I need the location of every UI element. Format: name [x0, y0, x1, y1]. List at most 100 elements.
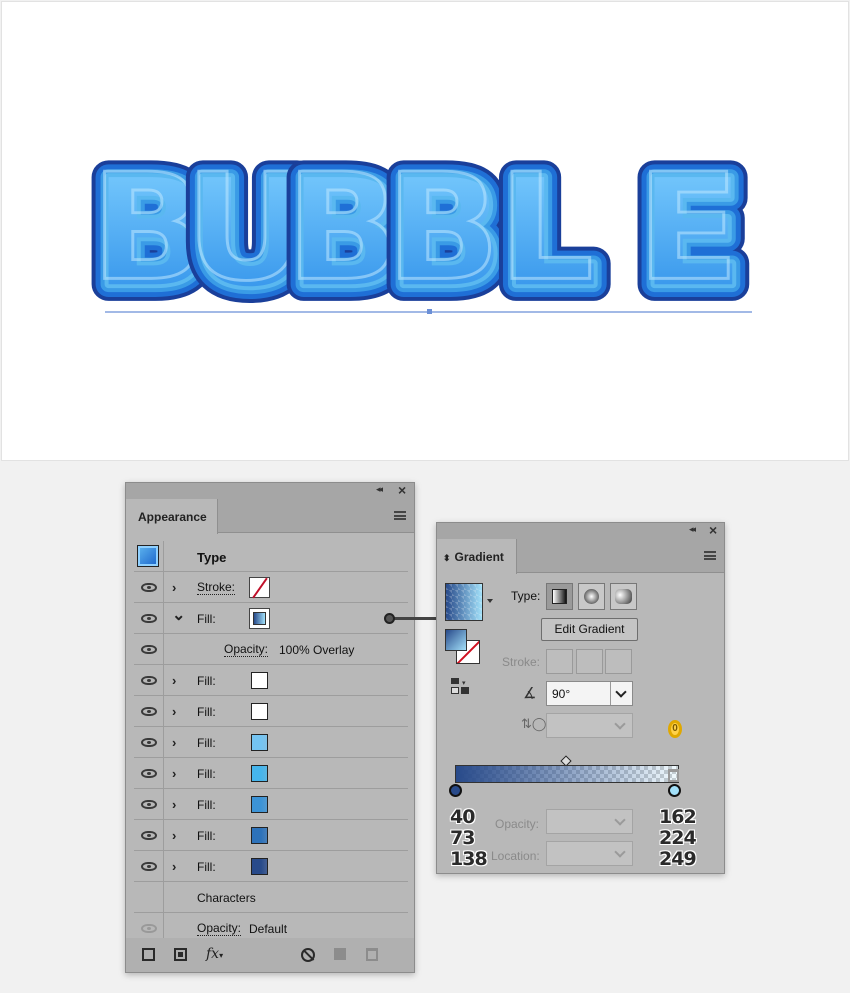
gradient-stop-end[interactable] [668, 784, 681, 797]
tab-row: ⬍ Gradient [437, 539, 724, 574]
angle-combo[interactable]: 90° [546, 681, 633, 706]
fill-color-swatch[interactable] [251, 827, 268, 844]
add-stroke-icon[interactable] [142, 948, 155, 961]
chevron-down-icon [610, 714, 632, 737]
opacity-label[interactable]: Opacity: [224, 643, 269, 657]
tab-appearance[interactable]: Appearance [126, 499, 218, 534]
chevron-down-icon [610, 810, 632, 833]
visibility-column [134, 603, 164, 633]
appearance-row-stroke[interactable]: › Stroke: [134, 572, 408, 603]
freeform-gradient-button[interactable] [610, 583, 637, 610]
panel-topbar: ◂◂ × [126, 482, 414, 499]
eye-icon[interactable] [141, 800, 157, 809]
eye-icon[interactable] [141, 676, 157, 685]
letter-highlight: L [498, 143, 594, 314]
gradient-slider-fill [456, 766, 678, 782]
none-slash-icon [252, 577, 268, 599]
appearance-row-fill[interactable]: ⌄ Fill: [134, 603, 408, 634]
appearance-row-header[interactable]: Type [134, 541, 408, 572]
delete-stop-icon [668, 769, 679, 782]
appearance-row-opacity[interactable]: Opacity: 100% Overlay [134, 634, 408, 665]
panel-menu-icon[interactable] [394, 511, 406, 520]
visibility-column [134, 665, 164, 695]
add-fill-icon[interactable] [174, 948, 187, 961]
fill-color-swatch[interactable] [251, 672, 268, 689]
stroke-within-button [546, 649, 573, 674]
eye-icon[interactable] [141, 738, 157, 747]
swap-fill-stroke-icon[interactable]: ▾ [451, 678, 469, 696]
start-color-r: 40 [450, 806, 475, 828]
fill-label: Fill: [197, 767, 216, 781]
chevron-right-icon[interactable]: › [172, 797, 176, 812]
eye-icon[interactable] [141, 707, 157, 716]
fill-label: Fill: [197, 612, 216, 626]
chevron-right-icon[interactable]: › [172, 735, 176, 750]
eye-icon[interactable] [141, 924, 157, 933]
chevron-right-icon[interactable]: › [172, 859, 176, 874]
opacity-combo [546, 809, 633, 834]
reverse-gradient-icon[interactable]: 0 [668, 720, 682, 738]
appearance-panel: ◂◂ × Appearance Type › Stroke: ⌄ Fill: Opacit… [125, 482, 415, 973]
fill-label: Fill: [197, 705, 216, 719]
panel-menu-icon[interactable] [704, 551, 716, 560]
clear-appearance-icon[interactable] [301, 948, 315, 962]
linear-gradient-button[interactable] [546, 583, 573, 610]
chevron-right-icon[interactable]: › [172, 673, 176, 688]
chevron-right-icon[interactable]: › [172, 828, 176, 843]
fill-gradient-swatch[interactable] [249, 608, 270, 629]
tab-toggle-icon: ⬍ [443, 553, 451, 563]
delete-icon[interactable] [366, 948, 378, 961]
stroke-none-swatch[interactable] [249, 577, 270, 599]
fill-color-swatch[interactable] [251, 858, 268, 875]
fx-icon[interactable]: fx▾ [206, 946, 223, 962]
chevron-down-icon[interactable] [610, 682, 632, 705]
bubble-artwork[interactable]: BBBBBBUUUUUUBBBBBBBBBBBB LLLLLL EEEEEE [2, 2, 850, 462]
stroke-label: Stroke: [502, 655, 541, 669]
gradient-preset-dropdown-icon[interactable] [487, 599, 493, 603]
aspect-ratio-icon: ⇅◯ [521, 716, 547, 731]
eye-icon[interactable] [141, 769, 157, 778]
edit-gradient-button[interactable]: Edit Gradient [541, 618, 638, 641]
appearance-row-fill[interactable]: › Fill: [134, 789, 408, 820]
collapse-icon[interactable]: ◂◂ [376, 484, 383, 495]
close-icon[interactable]: × [398, 482, 406, 498]
start-color-b: 138 [450, 848, 488, 870]
gradient-stop-start[interactable] [449, 784, 462, 797]
opacity-default-label[interactable]: Opacity: [197, 922, 242, 936]
eye-icon[interactable] [141, 614, 157, 623]
chevron-right-icon[interactable]: › [172, 766, 176, 781]
appearance-row-fill[interactable]: › Fill: [134, 820, 408, 851]
collapse-icon[interactable]: ◂◂ [689, 524, 696, 535]
freeform-gradient-icon [615, 589, 632, 604]
appearance-row-fill[interactable]: › Fill: [134, 758, 408, 789]
visibility-column [134, 696, 164, 726]
chevron-right-icon[interactable]: › [172, 704, 176, 719]
close-icon[interactable]: × [709, 522, 717, 538]
duplicate-icon[interactable] [334, 948, 346, 960]
gradient-slider[interactable] [455, 765, 679, 783]
chevron-down-icon[interactable]: ⌄ [172, 605, 185, 625]
visibility-column [134, 572, 164, 602]
chevron-right-icon[interactable]: › [172, 580, 176, 595]
visibility-column [134, 541, 164, 571]
eye-icon[interactable] [141, 831, 157, 840]
visibility-column [134, 851, 164, 881]
visibility-column [134, 789, 164, 819]
appearance-row-fill[interactable]: › Fill: [134, 696, 408, 727]
fill-color-swatch[interactable] [251, 796, 268, 813]
appearance-row-fill[interactable]: › Fill: [134, 665, 408, 696]
fill-color-swatch[interactable] [251, 734, 268, 751]
appearance-row-fill[interactable]: › Fill: [134, 851, 408, 882]
radial-gradient-button[interactable] [578, 583, 605, 610]
fill-color-swatch[interactable] [251, 765, 268, 782]
gradient-preview-swatch[interactable] [445, 583, 483, 621]
opacity-value: Default [249, 922, 288, 936]
visibility-column [134, 820, 164, 850]
eye-icon[interactable] [141, 862, 157, 871]
appearance-row-characters[interactable]: Characters [134, 882, 408, 913]
appearance-row-fill[interactable]: › Fill: [134, 727, 408, 758]
eye-icon[interactable] [141, 645, 157, 654]
tab-gradient[interactable]: ⬍ Gradient [437, 539, 517, 574]
eye-icon[interactable] [141, 583, 157, 592]
fill-color-swatch[interactable] [251, 703, 268, 720]
